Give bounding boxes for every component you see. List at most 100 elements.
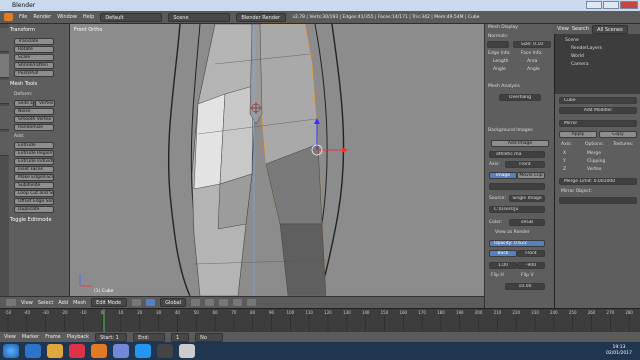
normals-toggles[interactable] xyxy=(487,41,509,48)
end-frame-field[interactable]: End: 250 xyxy=(133,332,166,349)
analysis-type-selector[interactable]: Overhang xyxy=(499,94,541,101)
current-frame-field[interactable]: 1 xyxy=(171,332,190,342)
slide-edge-button[interactable]: Slide Ed xyxy=(14,100,34,107)
make-edge-face-button[interactable]: Make Edge/Face xyxy=(14,174,54,181)
timeline[interactable]: -50 -40 -30 -20 -10 0 10 20 30 40 50 60 70 80 90 100 110… xyxy=(0,308,640,333)
mesh-analysis-header[interactable]: Mesh Analysis xyxy=(488,84,520,89)
image-tab[interactable]: Image xyxy=(489,172,517,179)
offset-y-field[interactable]: -900 xyxy=(517,262,545,269)
extrude-individual-button[interactable]: Extrude Individual xyxy=(14,158,54,165)
blender-taskbar-icon[interactable] xyxy=(91,344,107,358)
apply-button[interactable]: Apply xyxy=(559,131,597,138)
create-tab[interactable] xyxy=(0,54,9,78)
close-button[interactable] xyxy=(620,1,638,9)
timeline-menu-marker[interactable]: Marker xyxy=(22,334,39,340)
mode-selector[interactable]: Edit Mode xyxy=(91,298,128,307)
blender-logo-icon[interactable] xyxy=(4,13,13,21)
skype-icon[interactable] xyxy=(135,344,151,358)
orientation-selector[interactable]: Global xyxy=(160,298,187,307)
rotation-field[interactable]: 10.00 xyxy=(505,283,545,290)
mesh-tools-panel-header[interactable]: Mesh Tools xyxy=(10,80,68,88)
obs-icon[interactable] xyxy=(179,344,195,358)
menu-file[interactable]: File xyxy=(19,14,27,20)
area-checkbox[interactable]: Area xyxy=(527,59,537,64)
mirror-modifier-header[interactable]: Mirror xyxy=(559,120,637,127)
toggle-editmode-header[interactable]: Toggle Editmode xyxy=(10,216,68,224)
front-button[interactable]: Front xyxy=(517,250,545,257)
explorer-icon[interactable] xyxy=(47,344,63,358)
sync-mode-selector[interactable]: No Sync xyxy=(195,332,224,349)
image-datablock[interactable] xyxy=(489,183,545,190)
snap-icon[interactable] xyxy=(247,299,257,306)
merge-checkbox[interactable]: Merge xyxy=(587,151,601,156)
merge-limit-field[interactable]: Merge Limit: 0.001000 xyxy=(559,178,637,185)
system-clock[interactable]: 19:13 02/01/2017 xyxy=(606,345,632,357)
tools-tab[interactable] xyxy=(0,28,9,52)
flip-v-checkbox[interactable]: Flip V xyxy=(521,273,533,278)
movie-clip-tab[interactable]: Movie Clip xyxy=(517,172,545,179)
scale-button[interactable]: Scale xyxy=(14,54,54,61)
extrude-region-button[interactable]: Extrude Region xyxy=(14,150,54,157)
outliner-item[interactable]: Camera xyxy=(571,62,589,67)
edge-angle-checkbox[interactable]: Angle xyxy=(493,67,506,72)
offset-x-field[interactable]: 1.00 xyxy=(489,262,517,269)
face-angle-checkbox[interactable]: Angle xyxy=(527,67,540,72)
menu-help[interactable]: Help xyxy=(83,14,94,20)
image-path-field[interactable]: C:\Users\Ju xyxy=(489,206,545,213)
normal-size-field[interactable]: Size: 0.10 xyxy=(513,41,551,48)
proportional-edit-icon[interactable] xyxy=(233,299,243,306)
add-image-button[interactable]: Add Image xyxy=(491,140,549,147)
rotate-button[interactable]: Rotate xyxy=(14,46,54,53)
axis-selector[interactable]: Front xyxy=(505,161,545,168)
viewport-menu-view[interactable]: View xyxy=(21,300,33,306)
viewport-menu-select[interactable]: Select xyxy=(38,300,53,306)
length-checkbox[interactable]: Length xyxy=(493,59,509,64)
source-selector[interactable]: Single Image xyxy=(509,195,545,202)
menu-render[interactable]: Render xyxy=(33,14,51,20)
viewport-menu-mesh[interactable]: Mesh xyxy=(73,300,86,306)
outliner-item[interactable]: Scene xyxy=(565,38,579,43)
steam-icon[interactable] xyxy=(157,344,173,358)
minimize-button[interactable] xyxy=(586,1,602,9)
shading-tab[interactable] xyxy=(0,80,9,104)
opacity-slider[interactable]: Opacity: 0.622 xyxy=(489,240,545,247)
inset-faces-button[interactable]: Inset Faces xyxy=(14,166,54,173)
color-space-selector[interactable]: sRGB xyxy=(509,219,545,226)
ie-icon[interactable] xyxy=(25,344,41,358)
duplicate-button[interactable]: Duplicate xyxy=(14,206,54,213)
edge-select-icon[interactable] xyxy=(205,299,215,306)
outliner-item[interactable]: RenderLayers xyxy=(571,46,602,51)
timeline-menu-view[interactable]: View xyxy=(4,334,16,340)
transform-panel-header[interactable]: Transform xyxy=(10,26,68,34)
grease-pencil-tab[interactable] xyxy=(0,132,9,156)
editor-type-icon[interactable] xyxy=(6,299,16,306)
face-select-icon[interactable] xyxy=(219,299,229,306)
viewport-menu-add[interactable]: Add xyxy=(58,300,68,306)
object-name-field[interactable]: Cube xyxy=(559,97,637,104)
smooth-vertex-button[interactable]: Smooth Vertex xyxy=(14,116,54,123)
axis-x-checkbox[interactable]: X xyxy=(563,151,566,156)
mirror-object-field[interactable] xyxy=(559,197,637,204)
timeline-menu-frame[interactable]: Frame xyxy=(45,334,61,340)
noise-button[interactable]: Noise xyxy=(14,108,54,115)
outliner-item[interactable]: World xyxy=(571,54,584,59)
add-modifier-dropdown[interactable]: Add Modifier xyxy=(559,107,637,114)
extrude-button[interactable]: Extrude xyxy=(14,142,54,149)
layout-selector[interactable]: Default xyxy=(100,12,163,22)
start-button-icon[interactable] xyxy=(3,344,19,358)
flip-h-checkbox[interactable]: Flip H xyxy=(491,273,504,278)
menu-window[interactable]: Window xyxy=(57,14,77,20)
subdivide-button[interactable]: Subdivide xyxy=(14,182,54,189)
push-pull-button[interactable]: Push/Pull xyxy=(14,70,54,77)
mesh-display-header[interactable]: Mesh Display xyxy=(488,25,518,30)
render-engine-selector[interactable]: Blender Render xyxy=(236,12,287,22)
background-image-item[interactable]: athletic.ma xyxy=(489,151,545,158)
vertex-groups-checkbox[interactable]: Vertex xyxy=(587,167,601,172)
shading-icon[interactable] xyxy=(132,299,142,306)
loop-cut-button[interactable]: Loop Cut and Slide xyxy=(14,190,54,197)
slide-vertex-button[interactable]: Vertex xyxy=(35,100,55,107)
timeline-ruler[interactable]: -50 -40 -30 -20 -10 0 10 20 30 40 50 60 70 80 90 100 110… xyxy=(0,309,640,333)
outliner-menu-view[interactable]: View xyxy=(557,26,569,32)
3d-viewport[interactable]: Front Ortho (1) Cube xyxy=(70,24,484,296)
outliner-display-mode[interactable]: All Scenes xyxy=(592,24,628,34)
